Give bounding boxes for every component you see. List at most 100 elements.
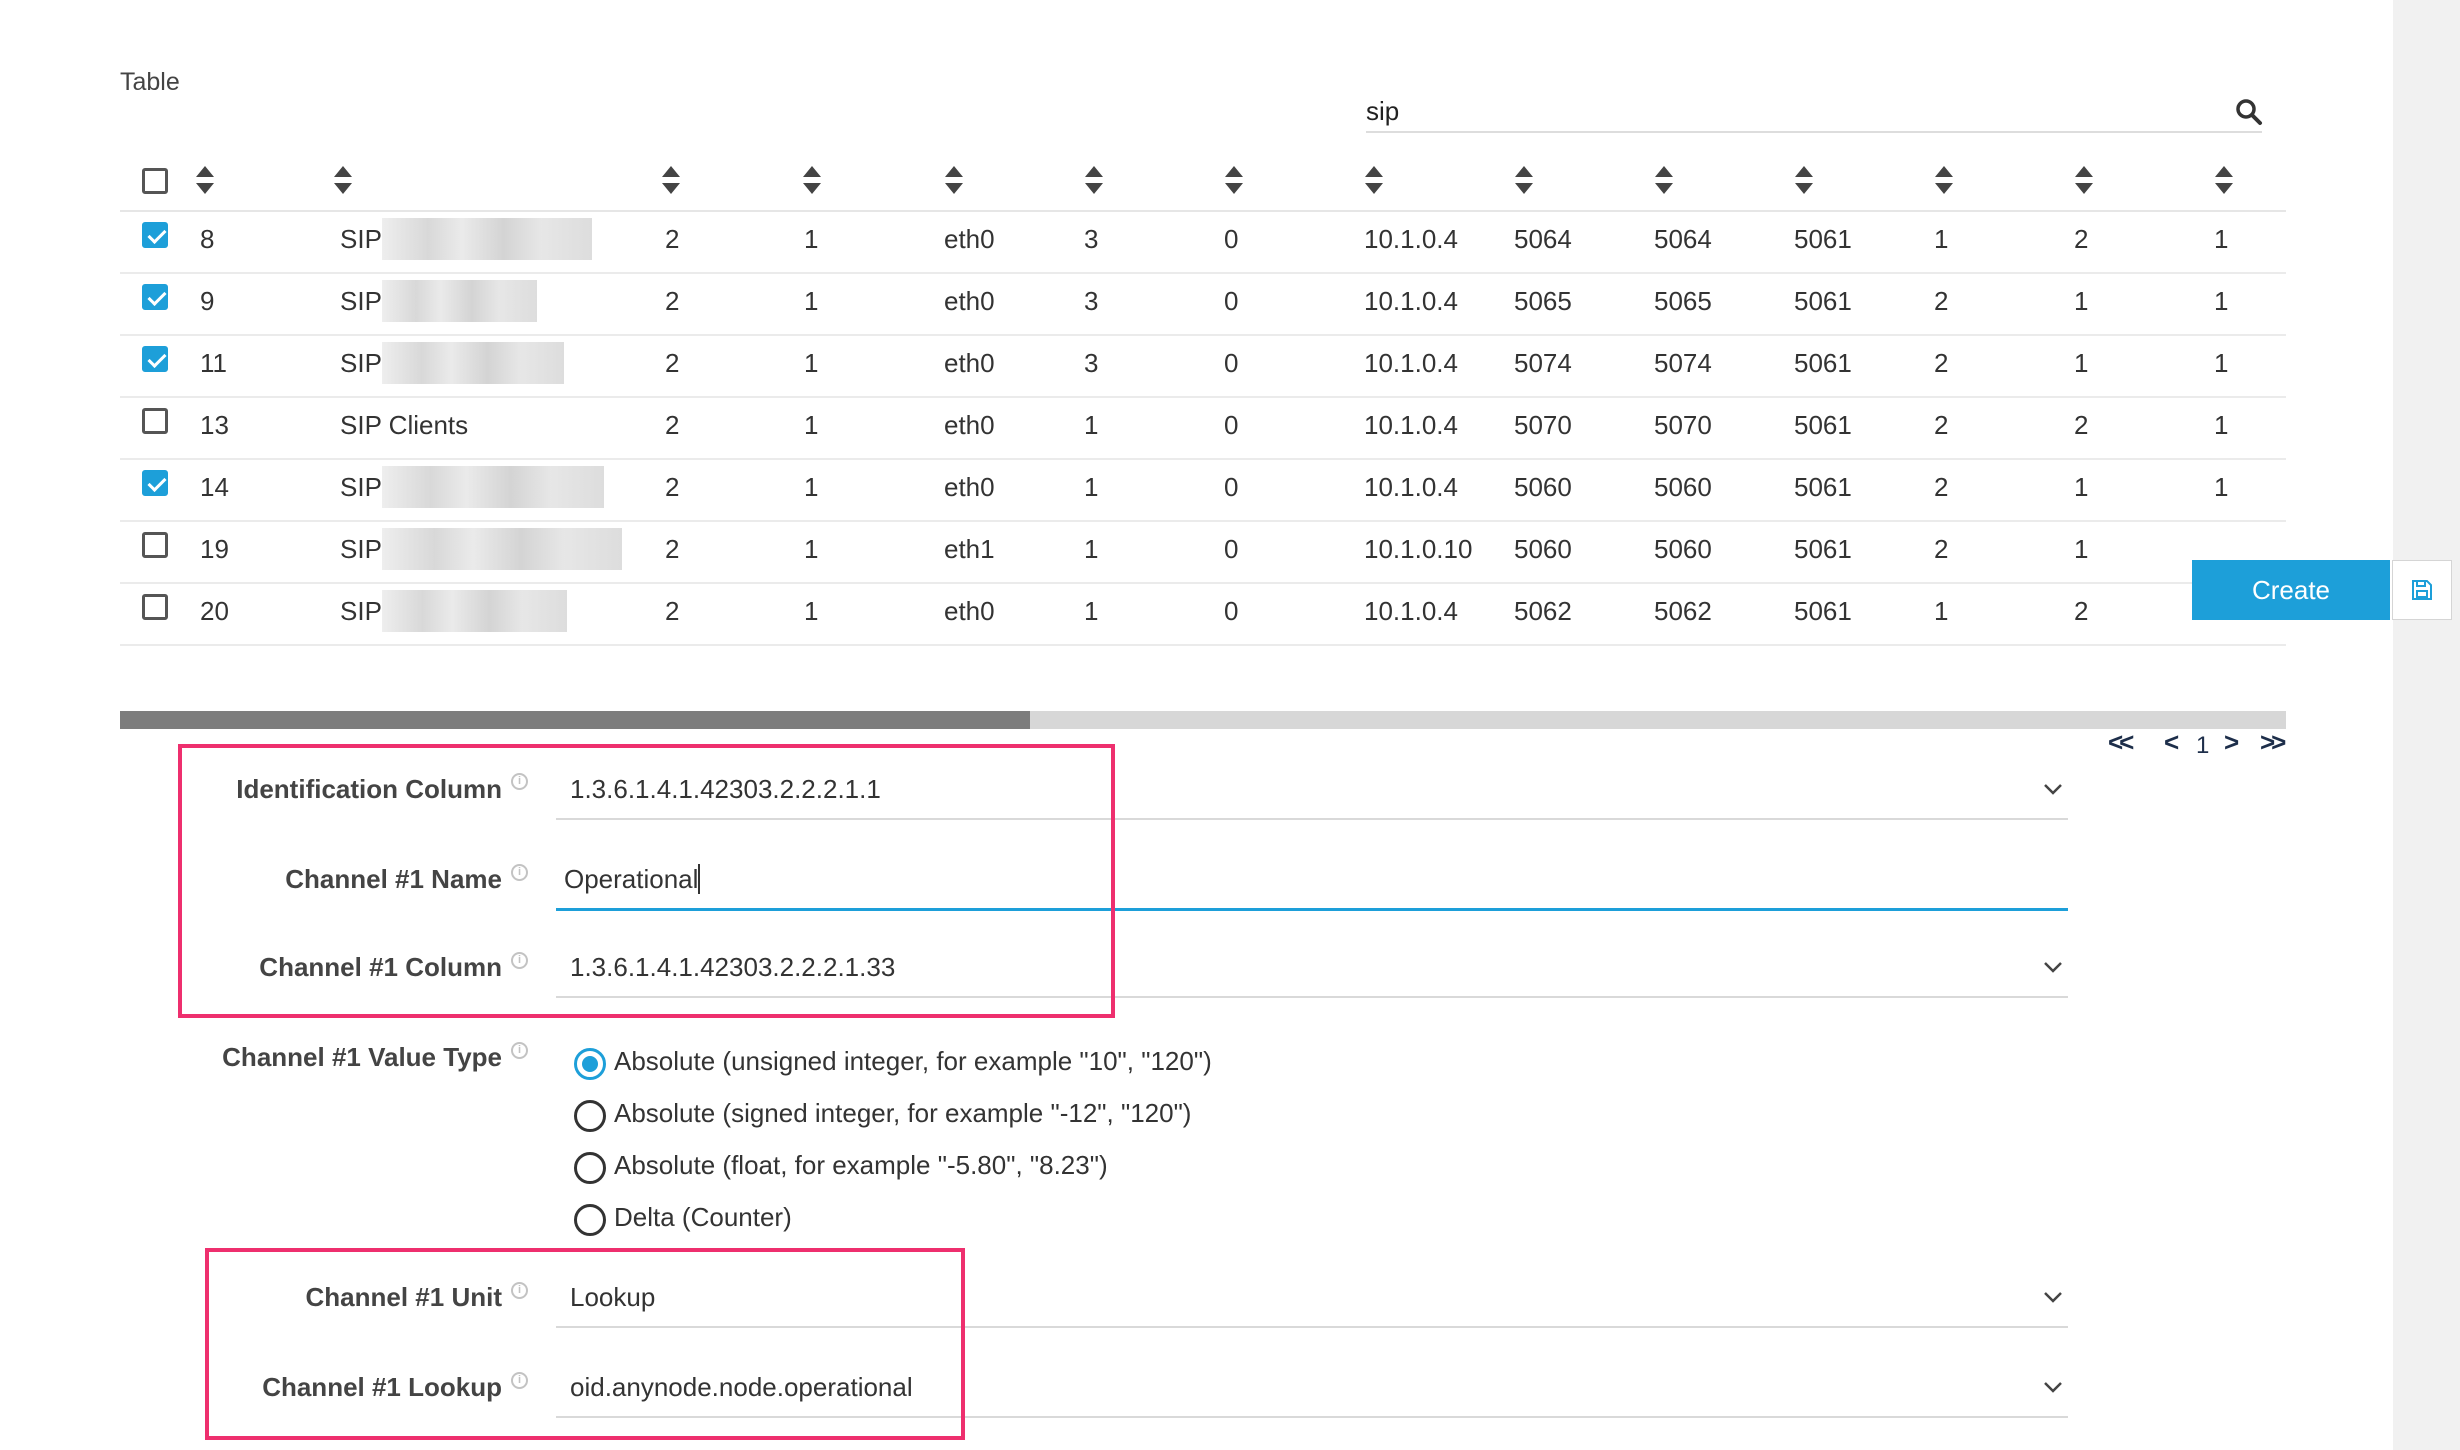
row-id-cell: 9 [200, 286, 215, 316]
chevron-down-icon [2044, 784, 2062, 795]
redacted-name-block [382, 280, 537, 322]
first-page-button[interactable]: << [2108, 727, 2134, 758]
table-cell: 1 [804, 348, 819, 378]
sort-icon[interactable] [1363, 164, 1385, 196]
table-cell: 2 [2074, 410, 2089, 440]
table-cell: 2 [1934, 286, 1949, 316]
sort-icon[interactable] [1083, 164, 1105, 196]
row-checkbox[interactable] [142, 346, 168, 372]
row-id-cell: 11 [200, 348, 227, 378]
sort-icon[interactable] [2073, 164, 2095, 196]
table-cell: eth0 [944, 224, 995, 254]
table-row[interactable]: 9 SIP 2 1 eth0 3 0 10.1.0.4 5065 5065 5061 2 1 1 [120, 272, 2286, 336]
radio-label: Absolute (unsigned integer, for example … [614, 1046, 1212, 1076]
table-cell: eth0 [944, 596, 995, 626]
radio-button[interactable] [574, 1048, 606, 1080]
search-icon[interactable] [2234, 97, 2264, 127]
table-cell: eth0 [944, 348, 995, 378]
value-type-option[interactable]: Absolute (unsigned integer, for example … [574, 1042, 1274, 1082]
table-cell: 2 [2074, 224, 2089, 254]
current-page: 1 [2196, 732, 2210, 759]
horizontal-scrollbar-thumb[interactable] [120, 711, 1030, 729]
table-cell: 1 [1934, 596, 1949, 626]
row-name-cell: SIP [340, 472, 382, 502]
table-cell: 5064 [1654, 224, 1712, 254]
row-checkbox[interactable] [142, 532, 168, 558]
row-checkbox[interactable] [142, 408, 168, 434]
save-button[interactable] [2392, 560, 2452, 620]
table-row[interactable]: 14 SIP 2 1 eth0 1 0 10.1.0.4 5060 5060 5061 2 1 1 [120, 458, 2286, 522]
table-cell: 0 [1224, 410, 1239, 440]
chevron-down-icon [2044, 1292, 2062, 1303]
table-cell: 2 [1934, 348, 1949, 378]
table-cell: 1 [2074, 534, 2089, 564]
sort-icon[interactable] [332, 164, 354, 196]
table-cell: 1 [2074, 348, 2089, 378]
row-checkbox[interactable] [142, 222, 168, 248]
table-cell: 1 [2074, 472, 2089, 502]
channel1-value-type-info-icon[interactable]: i [511, 1042, 528, 1059]
table-cell: 2 [1934, 534, 1949, 564]
table-cell: 2 [665, 534, 680, 564]
create-button[interactable]: Create [2192, 560, 2390, 620]
sort-icon[interactable] [660, 164, 682, 196]
table-cell: 0 [1224, 224, 1239, 254]
table-row[interactable]: 11 SIP 2 1 eth0 3 0 10.1.0.4 5074 5074 5061 2 1 1 [120, 334, 2286, 398]
select-all-checkbox[interactable] [142, 168, 168, 194]
table-cell: 0 [1224, 286, 1239, 316]
sort-icon[interactable] [194, 164, 216, 196]
sort-icon[interactable] [1223, 164, 1245, 196]
next-page-button[interactable]: > [2224, 727, 2239, 758]
value-type-option[interactable]: Absolute (signed integer, for example "-… [574, 1094, 1274, 1134]
highlight-box-top [178, 744, 1115, 1018]
table-cell: 2 [1934, 410, 1949, 440]
table-row[interactable]: 19 SIP 2 1 eth1 1 0 10.1.0.10 5060 5060 5061 2 1 [120, 520, 2286, 584]
table-cell: 1 [804, 472, 819, 502]
table-cell: 1 [1084, 410, 1099, 440]
table-cell: 5061 [1794, 534, 1852, 564]
row-name-cell: SIP Clients [340, 410, 469, 440]
table-cell: 2 [665, 224, 680, 254]
table-cell: 5064 [1514, 224, 1572, 254]
chevron-down-icon [2044, 962, 2062, 973]
sort-icon[interactable] [801, 164, 823, 196]
right-gutter [2393, 0, 2460, 1450]
prev-page-button[interactable]: < [2164, 727, 2179, 758]
sort-icon[interactable] [943, 164, 965, 196]
table-cell: eth0 [944, 472, 995, 502]
table-row[interactable]: 8 SIP 2 1 eth0 3 0 10.1.0.4 5064 5064 5061 1 2 1 [120, 210, 2286, 274]
table-cell: eth0 [944, 286, 995, 316]
sort-icon[interactable] [1933, 164, 1955, 196]
table-cell: 5061 [1794, 472, 1852, 502]
table-cell: eth1 [944, 534, 995, 564]
row-checkbox[interactable] [142, 594, 168, 620]
sort-icon[interactable] [2213, 164, 2235, 196]
value-type-option[interactable]: Delta (Counter) [574, 1198, 1274, 1238]
table-cell: 0 [1224, 472, 1239, 502]
search-input[interactable] [1366, 93, 2186, 129]
table-cell: 5060 [1654, 534, 1712, 564]
table-cell: 1 [1084, 534, 1099, 564]
table-header [120, 150, 2286, 212]
sort-icon[interactable] [1793, 164, 1815, 196]
last-page-button[interactable]: >> [2260, 727, 2286, 758]
row-checkbox[interactable] [142, 284, 168, 310]
table-cell: 3 [1084, 286, 1099, 316]
row-checkbox[interactable] [142, 470, 168, 496]
table-cell: 5061 [1794, 410, 1852, 440]
table-cell: 5065 [1654, 286, 1712, 316]
chevron-down-icon [2044, 1382, 2062, 1393]
sort-icon[interactable] [1653, 164, 1675, 196]
radio-button[interactable] [574, 1100, 606, 1132]
redacted-name-block [382, 528, 622, 570]
value-type-option[interactable]: Absolute (float, for example "-5.80", "8… [574, 1146, 1274, 1186]
sort-icon[interactable] [1513, 164, 1535, 196]
table-cell: 1 [804, 224, 819, 254]
radio-button[interactable] [574, 1204, 606, 1236]
table-row[interactable]: 20SIP21eth01010.1.0.4506250625061121 [120, 582, 2286, 646]
table-row[interactable]: 13 SIP Clients 2 1 eth0 1 0 10.1.0.4 5070 5070 506… [120, 396, 2286, 460]
table-cell: 1 [2214, 348, 2229, 378]
radio-button[interactable] [574, 1152, 606, 1184]
row-name-cell: SIP [340, 596, 382, 626]
horizontal-scrollbar[interactable] [120, 711, 2286, 729]
